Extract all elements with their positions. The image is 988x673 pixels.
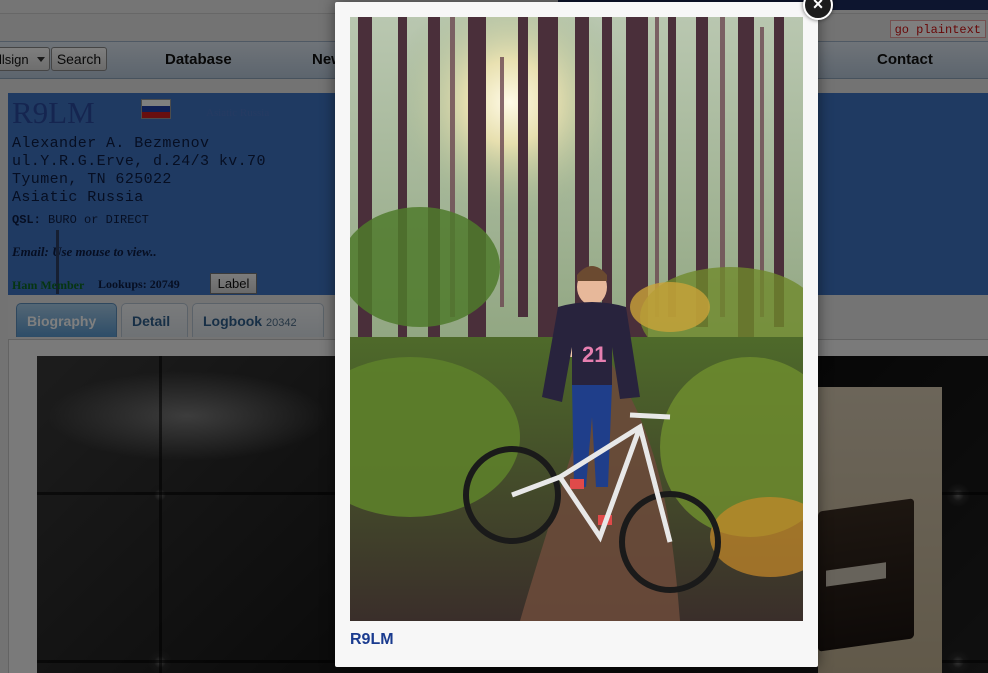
lightbox-photo: 21 — [350, 17, 803, 621]
svg-text:21: 21 — [582, 342, 606, 367]
forest-bike-photo: 21 — [350, 17, 803, 621]
lightbox-caption[interactable]: R9LM — [350, 631, 394, 649]
photo-lightbox: 21 R9LM — [335, 2, 818, 667]
